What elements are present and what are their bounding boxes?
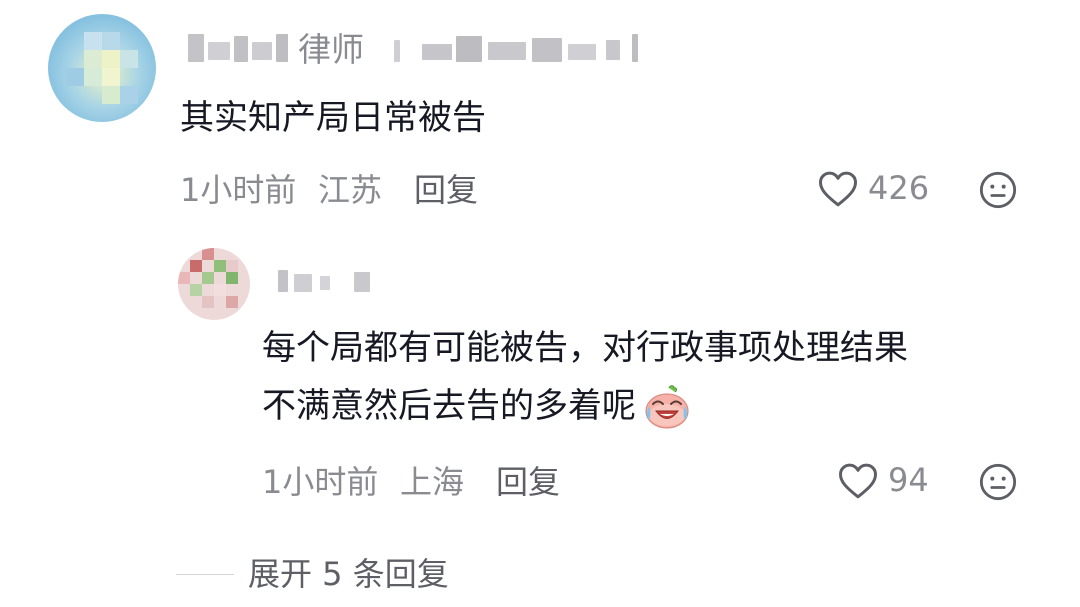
reply-text-line-1: 每个局都有可能被告，对行政事项处理结果: [262, 328, 908, 368]
comment-username-blurred[interactable]: [186, 30, 294, 66]
reply-button[interactable]: 回复: [414, 170, 478, 210]
comment-username-suffix[interactable]: 律师: [298, 28, 364, 72]
avatar-pixel: [214, 284, 226, 296]
reply-text-line-2-row: 不满意然后去告的多着呢: [262, 384, 691, 429]
avatar-pixel: [84, 50, 102, 68]
comment-text: 其实知产局日常被告: [180, 98, 486, 138]
neutral-face-icon: [979, 463, 1017, 501]
avatar-pixel: [66, 68, 84, 86]
avatar-pixel: [226, 260, 238, 272]
reply-reply-button[interactable]: 回复: [496, 462, 560, 502]
comment-location: 江苏: [318, 171, 383, 209]
expand-divider: [176, 574, 234, 575]
like-button[interactable]: 426: [818, 168, 938, 212]
heart-outline-icon: [839, 463, 877, 499]
avatar-pixel: [226, 272, 238, 284]
avatar-pixel: [214, 260, 226, 272]
comment-time: 1小时前: [180, 171, 297, 209]
avatar-pixel: [226, 296, 238, 308]
avatar-pixel: [84, 32, 102, 50]
dislike-button[interactable]: [978, 170, 1018, 210]
avatar-pixel: [102, 86, 120, 104]
heart-outline-icon: [819, 171, 857, 207]
reply-like-button[interactable]: 94: [838, 460, 938, 504]
avatar-pixel: [190, 260, 202, 272]
comment-username-blurred-tail[interactable]: [392, 30, 642, 66]
reply-location: 上海: [400, 463, 465, 501]
avatar-pixel: [84, 68, 102, 86]
reply-dislike-button[interactable]: [978, 462, 1018, 502]
avatar-pixel: [190, 284, 202, 296]
avatar-pixel: [102, 68, 120, 86]
expand-replies-button[interactable]: 展开 5 条回复: [248, 554, 449, 594]
reply-time: 1小时前: [262, 463, 379, 501]
avatar-pixel: [120, 50, 138, 68]
comment-avatar[interactable]: [48, 14, 156, 122]
reply-avatar[interactable]: [178, 248, 250, 320]
avatar-pixel: [178, 272, 190, 284]
avatar-pixel: [202, 296, 214, 308]
crying-laughing-emoji-icon: [645, 385, 689, 429]
neutral-face-icon: [979, 171, 1017, 209]
reply-like-count: 94: [888, 461, 929, 499]
avatar-pixel: [202, 272, 214, 284]
reply-username-blurred[interactable]: [272, 266, 382, 294]
like-count: 426: [868, 169, 930, 207]
reply-text-line-2: 不满意然后去告的多着呢: [262, 386, 636, 426]
avatar-pixel: [120, 86, 138, 104]
avatar-pixel: [102, 32, 120, 50]
avatar-pixel: [102, 50, 120, 68]
avatar-pixel: [202, 248, 214, 260]
